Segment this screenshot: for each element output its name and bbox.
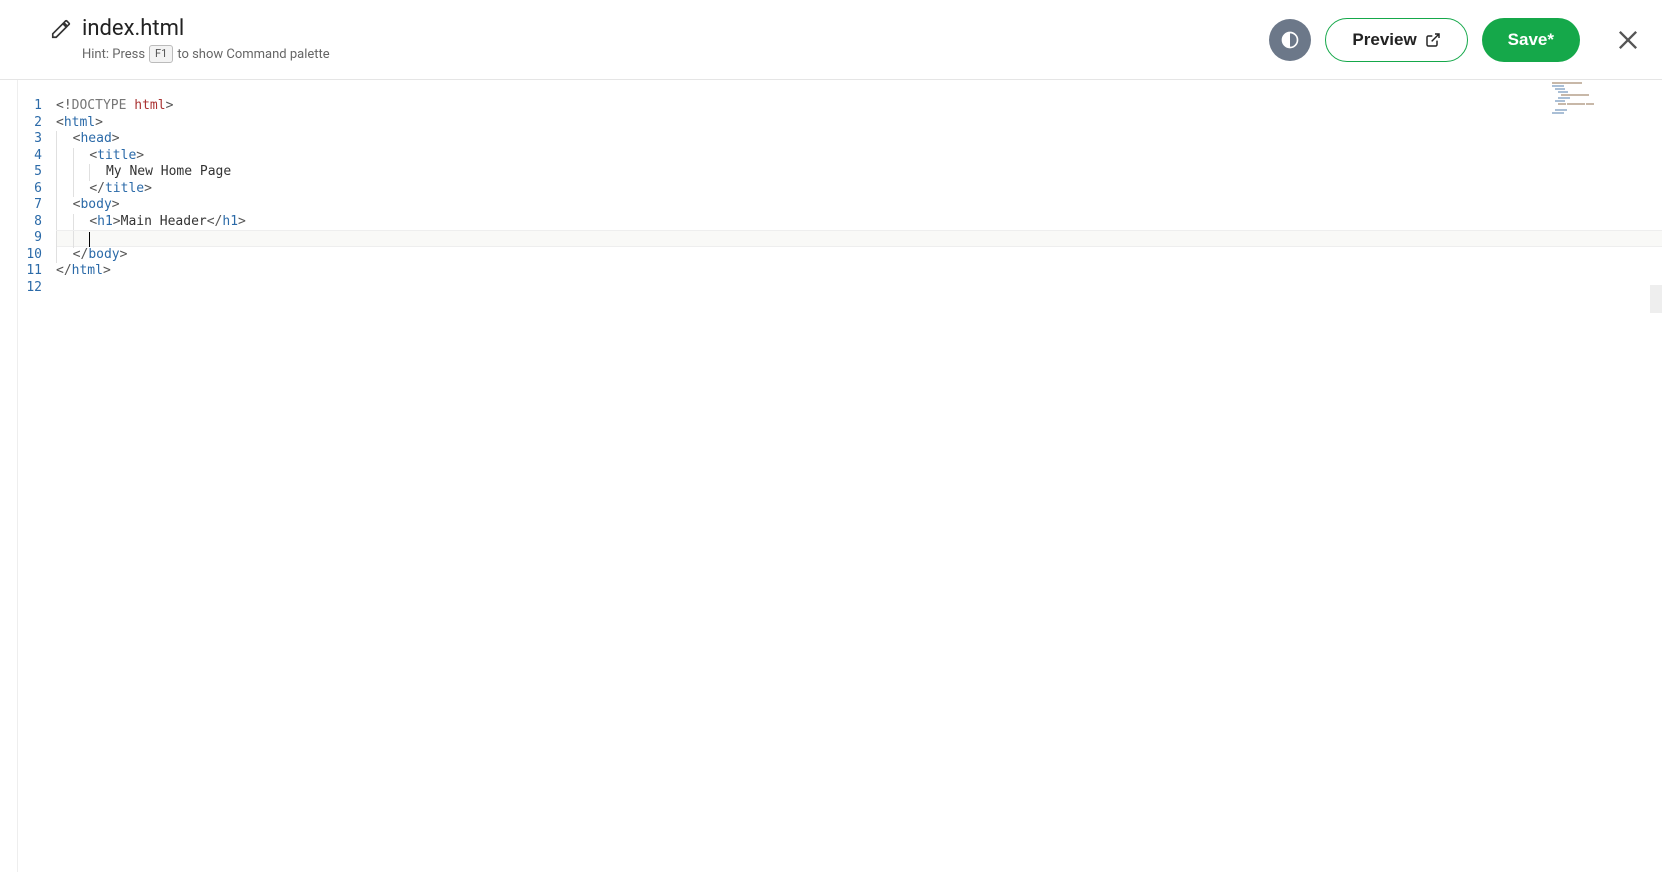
editor-area[interactable]: 123456789101112 <!DOCTYPE html><html> <h… — [0, 80, 1662, 872]
code-line[interactable]: </title> — [56, 181, 1662, 198]
line-number: 5 — [0, 164, 42, 181]
minimap[interactable] — [1552, 80, 1652, 872]
actions: Preview Save* — [1269, 18, 1642, 62]
title-area: index.html Hint: Press F1 to show Comman… — [50, 16, 1269, 63]
theme-icon — [1280, 30, 1300, 50]
save-button[interactable]: Save* — [1482, 18, 1580, 62]
hint-text: Hint: Press F1 to show Command palette — [82, 45, 1269, 63]
line-number: 4 — [0, 148, 42, 165]
line-number: 6 — [0, 181, 42, 198]
code-line[interactable]: <html> — [56, 115, 1662, 132]
code-line[interactable] — [56, 230, 1662, 247]
editor-header: index.html Hint: Press F1 to show Comman… — [0, 0, 1662, 80]
code-line[interactable]: </body> — [56, 247, 1662, 264]
line-number: 9 — [0, 230, 42, 247]
close-button[interactable] — [1614, 26, 1642, 54]
line-number: 2 — [0, 115, 42, 132]
code-line[interactable]: <title> — [56, 148, 1662, 165]
pencil-icon[interactable] — [50, 18, 72, 40]
margin-line — [17, 80, 18, 872]
line-number: 7 — [0, 197, 42, 214]
code-line[interactable]: My New Home Page — [56, 164, 1662, 181]
line-number: 10 — [0, 247, 42, 264]
hint-key-badge: F1 — [149, 45, 173, 63]
line-number: 8 — [0, 214, 42, 231]
text-cursor — [89, 232, 90, 247]
code-line[interactable]: <h1>Main Header</h1> — [56, 214, 1662, 231]
save-label: Save* — [1508, 30, 1554, 50]
code-line[interactable] — [56, 280, 1662, 297]
preview-button[interactable]: Preview — [1325, 18, 1467, 62]
line-number: 12 — [0, 280, 42, 297]
hint-prefix: Hint: Press — [82, 47, 145, 62]
minimap-thumb — [1552, 82, 1652, 115]
external-link-icon — [1425, 32, 1441, 48]
line-number-gutter: 123456789101112 — [0, 80, 56, 872]
title-row: index.html — [50, 16, 1269, 41]
code-content[interactable]: <!DOCTYPE html><html> <head> <title> My … — [56, 80, 1662, 872]
scrollbar-marker[interactable] — [1650, 285, 1662, 313]
code-line[interactable]: <body> — [56, 197, 1662, 214]
hint-suffix: to show Command palette — [177, 47, 329, 62]
preview-label: Preview — [1352, 30, 1416, 50]
code-line[interactable]: <head> — [56, 131, 1662, 148]
code-line[interactable]: <!DOCTYPE html> — [56, 98, 1662, 115]
code-line[interactable]: </html> — [56, 263, 1662, 280]
line-number: 3 — [0, 131, 42, 148]
close-icon — [1614, 26, 1642, 54]
line-number: 1 — [0, 98, 42, 115]
theme-toggle-button[interactable] — [1269, 19, 1311, 61]
filename: index.html — [82, 16, 184, 41]
line-number: 11 — [0, 263, 42, 280]
